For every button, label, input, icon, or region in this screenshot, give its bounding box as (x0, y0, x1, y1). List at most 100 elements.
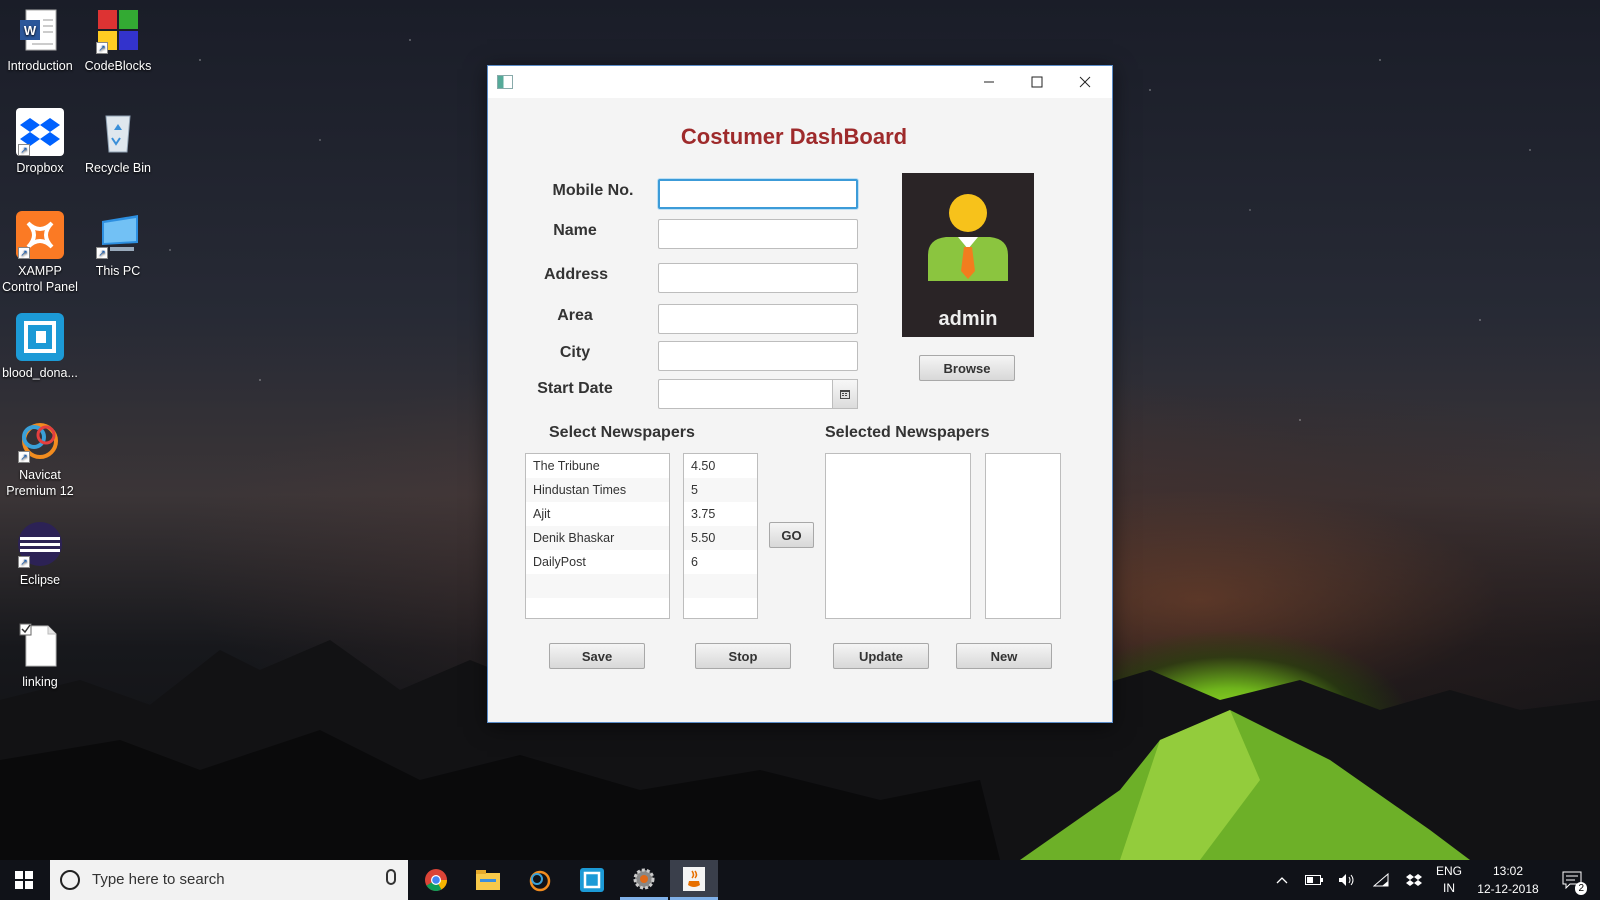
desktop-icon-eclipse[interactable]: ↗ Eclipse (0, 520, 80, 588)
clock[interactable]: 13:02 12-12-2018 (1470, 860, 1546, 900)
newspaper-price-list[interactable]: 4.50 5 3.75 5.50 6 (683, 453, 758, 619)
name-label: Name (553, 222, 597, 239)
mobile-input[interactable] (658, 179, 858, 209)
java-icon (683, 866, 705, 891)
stop-button[interactable]: Stop (695, 643, 791, 669)
name-input[interactable] (658, 219, 858, 249)
netbeans-project-icon (16, 313, 64, 361)
action-center-button[interactable]: 2 (1554, 860, 1590, 900)
battery-icon[interactable] (1302, 860, 1326, 900)
network-icon[interactable] (1369, 860, 1393, 900)
desktop-icon-dropbox[interactable]: ↗ Dropbox (0, 108, 80, 176)
clock-date: 12-12-2018 (1477, 882, 1539, 896)
cortana-icon (60, 870, 80, 890)
xampp-icon: ↗ (16, 211, 64, 259)
taskbar-file-explorer[interactable] (464, 860, 512, 900)
taskbar-chrome[interactable] (412, 860, 460, 900)
selected-newspaper-price-list[interactable] (985, 453, 1061, 619)
city-label: City (559, 344, 591, 361)
list-item[interactable]: 3.75 (684, 502, 757, 526)
desktop-icon-linking[interactable]: linking (0, 622, 80, 690)
maximize-button[interactable] (1013, 66, 1061, 98)
select-newspapers-heading: Select Newspapers (549, 424, 695, 441)
mobile-label: Mobile No. (552, 182, 634, 199)
list-item[interactable]: Ajit (526, 502, 669, 526)
desktop-icon-label: CodeBlocks (84, 59, 152, 73)
microphone-icon[interactable] (386, 869, 396, 885)
taskbar: Type here to search ENG IN 13:02 12-12-2… (0, 860, 1600, 900)
desktop-icon-blood-donation[interactable]: blood_dona... (0, 313, 80, 381)
desktop-icon-label: Navicat Premium 12 (6, 468, 74, 498)
dropbox-tray-icon[interactable] (1402, 860, 1426, 900)
desktop-icon-label: Recycle Bin (85, 161, 151, 175)
profile-picture: admin (902, 173, 1034, 337)
taskbar-navicat[interactable] (516, 860, 564, 900)
desktop-icon-label: linking (22, 675, 58, 689)
desktop-icon-navicat[interactable]: ↗ Navicat Premium 12 (0, 415, 80, 499)
desktop-icon-introduction[interactable]: W Introduction (0, 6, 80, 74)
taskbar-netbeans[interactable] (568, 860, 616, 900)
show-hidden-icons-chevron-icon[interactable] (1270, 860, 1294, 900)
new-button[interactable]: New (956, 643, 1052, 669)
minimize-button[interactable] (965, 66, 1013, 98)
java-window-icon (497, 75, 513, 89)
language-code: ENG (1435, 864, 1462, 878)
desktop-icon-label: Eclipse (19, 573, 61, 587)
eclipse-icon: ↗ (16, 520, 64, 568)
customer-dashboard-window: Costumer DashBoard Mobile No. Name Addre… (487, 65, 1113, 723)
list-item[interactable]: Denik Bhaskar (526, 526, 669, 550)
start-date-input[interactable] (658, 379, 833, 409)
desktop-icon-recycle-bin[interactable]: Recycle Bin (78, 108, 158, 176)
list-item[interactable]: 6 (684, 550, 757, 574)
desktop-icon-label: This PC (95, 264, 141, 278)
desktop-icon-xampp[interactable]: ↗ XAMPP Control Panel (0, 211, 80, 295)
volume-icon[interactable] (1335, 860, 1359, 900)
city-input[interactable] (658, 341, 858, 371)
desktop-icon-this-pc[interactable]: ↗ This PC (78, 211, 158, 279)
start-date-picker (658, 379, 858, 409)
list-item[interactable]: 4.50 (684, 454, 757, 478)
svg-text:W: W (24, 23, 37, 38)
area-input[interactable] (658, 304, 858, 334)
computer-icon: ↗ (94, 211, 142, 259)
word-document-icon: W (16, 6, 64, 54)
taskbar-java-app[interactable] (670, 860, 718, 900)
navicat-icon: ↗ (16, 415, 64, 463)
list-item[interactable]: 5.50 (684, 526, 757, 550)
start-button[interactable] (0, 860, 48, 900)
go-button[interactable]: GO (769, 522, 814, 548)
calendar-icon[interactable] (832, 379, 858, 409)
close-button[interactable] (1061, 66, 1109, 98)
blank-file-icon (16, 622, 64, 670)
desktop-icon-label: Introduction (7, 59, 73, 73)
selected-newspapers-heading: Selected Newspapers (825, 424, 990, 441)
list-item[interactable]: Hindustan Times (526, 478, 669, 502)
address-input[interactable] (658, 263, 858, 293)
desktop-icon-label: Dropbox (16, 161, 64, 175)
list-item[interactable]: DailyPost (526, 550, 669, 574)
newspaper-name-list[interactable]: The Tribune Hindustan Times Ajit Denik B… (525, 453, 670, 619)
desktop-icon-codeblocks[interactable]: ↗ CodeBlocks (78, 6, 158, 74)
taskbar-search-box[interactable]: Type here to search (50, 860, 408, 900)
save-button[interactable]: Save (549, 643, 645, 669)
windows-logo-icon (15, 871, 33, 889)
list-item[interactable]: 5 (684, 478, 757, 502)
list-item[interactable]: The Tribune (526, 454, 669, 478)
gear-icon (633, 868, 655, 889)
update-button[interactable]: Update (833, 643, 929, 669)
region-code: IN (1443, 881, 1455, 895)
title-bar[interactable] (488, 66, 1112, 98)
folder-icon (476, 870, 500, 890)
taskbar-settings-app[interactable] (620, 860, 668, 900)
browse-button[interactable]: Browse (919, 355, 1015, 381)
start-date-label: Start Date (537, 380, 613, 397)
language-indicator[interactable]: ENG IN (1432, 860, 1466, 900)
page-title: Costumer DashBoard (680, 124, 908, 149)
desktop-icon-label: XAMPP Control Panel (2, 264, 78, 294)
avatar-username: admin (938, 308, 998, 330)
selected-newspaper-name-list[interactable] (825, 453, 971, 619)
list-item-empty (684, 574, 757, 598)
search-placeholder: Type here to search (92, 871, 225, 888)
desktop-icon-label: blood_dona... (2, 366, 78, 380)
codeblocks-icon: ↗ (94, 6, 142, 54)
